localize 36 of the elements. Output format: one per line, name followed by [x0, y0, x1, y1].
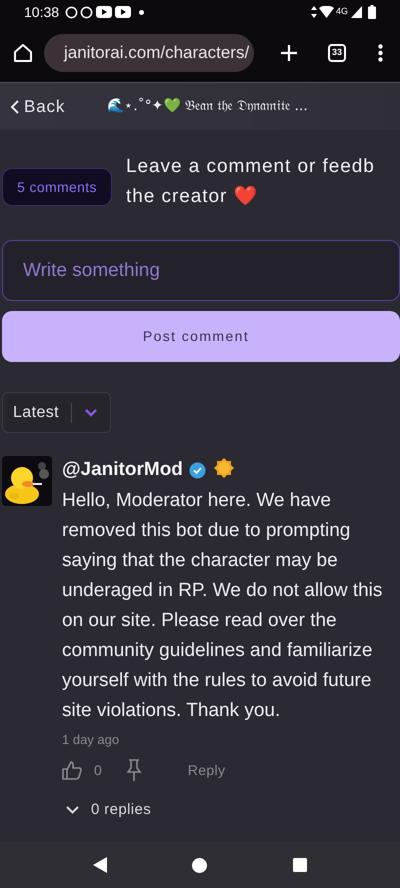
thumbs-up-icon[interactable] [62, 760, 82, 780]
post-comment-button[interactable]: Post comment [2, 311, 400, 362]
sort-dropdown[interactable]: Latest [2, 392, 111, 433]
chevron-left-icon [10, 98, 20, 114]
comment-author[interactable]: @JanitorMod [62, 456, 183, 484]
address-bar[interactable]: janitorai.com/characters/ [44, 34, 254, 72]
network-label: 4G [336, 5, 348, 18]
comment-timestamp: 1 day ago [62, 730, 120, 749]
comment-input[interactable]: Write something [2, 240, 400, 301]
play-icon [96, 6, 112, 18]
chevron-down-icon [84, 408, 98, 417]
dot-icon [139, 10, 144, 14]
comment-count-badge: 5 comments [2, 168, 112, 206]
comment-prompt: Leave a comment or feedb [126, 155, 375, 179]
tab-count-button[interactable]: 33 [328, 44, 346, 62]
pin-icon[interactable] [126, 759, 142, 781]
chevron-down-icon [66, 806, 79, 814]
back-button[interactable]: Back [10, 94, 66, 120]
character-title: 🌊⋆.˚°✦💚 𝔅𝔢𝔞𝔫 𝔱𝔥𝔢 𝔇𝔶𝔫𝔞𝔪𝔦𝔱𝔢 ... [107, 96, 308, 116]
menu-icon[interactable] [378, 44, 383, 62]
signal-icon [351, 6, 362, 18]
recents-nav-icon[interactable] [293, 858, 308, 872]
data-arrows-icon [310, 6, 317, 18]
like-count: 0 [94, 760, 102, 780]
reply-button[interactable]: Reply [188, 760, 226, 780]
url-text: janitorai.com/characters/ [64, 42, 250, 64]
home-icon[interactable] [12, 42, 34, 64]
play-icon [115, 6, 132, 18]
comment-prompt: the creator ❤ [126, 184, 258, 209]
home-nav-icon[interactable] [192, 858, 208, 872]
plus-icon[interactable] [280, 44, 298, 62]
clock: 10:38 [24, 2, 60, 22]
back-nav-icon[interactable] [92, 857, 107, 873]
battery-icon [368, 5, 376, 19]
show-replies-button[interactable]: 0 replies [66, 799, 152, 822]
comment-body: Hello, Moderator here. We have removed this bot due to prompting saying that the character may be underaged in RP. We do not allow this on our site. Please read over the community guidelines and familiarize yourself with the rules to avoid future site violations. Thank you. [62, 488, 384, 722]
